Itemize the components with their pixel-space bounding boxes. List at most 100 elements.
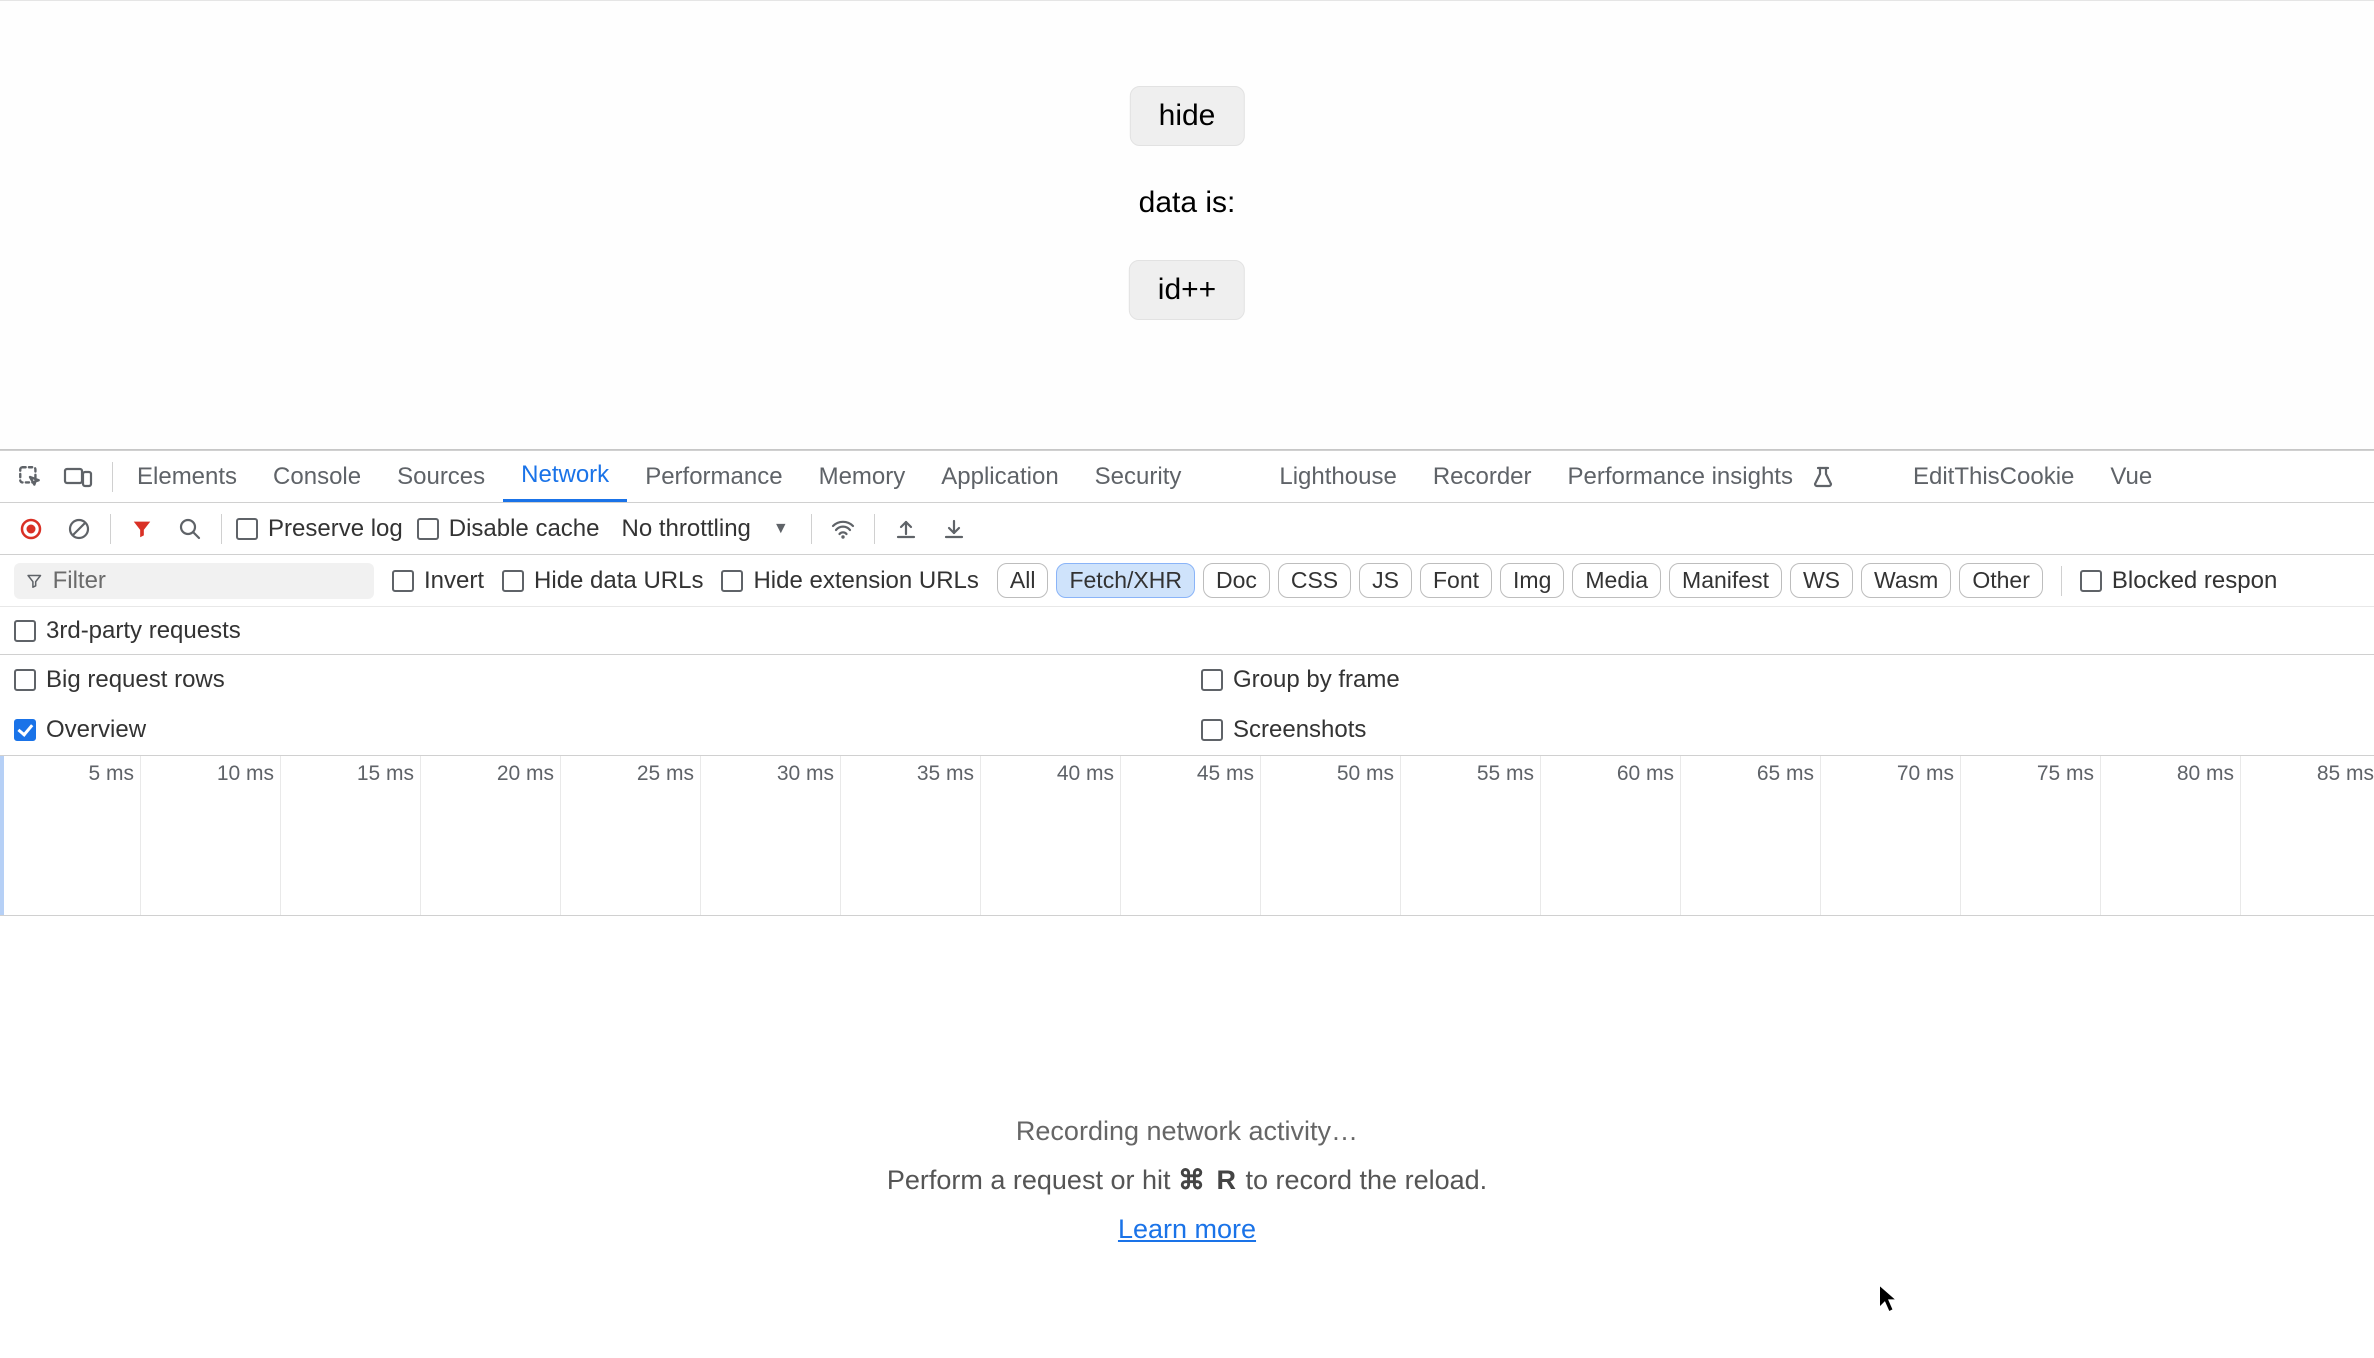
checkbox-icon [417,518,439,540]
timeline-overview[interactable]: 5 ms10 ms15 ms20 ms25 ms30 ms35 ms40 ms4… [0,756,2374,916]
id-plus-button[interactable]: id++ [1129,260,1245,320]
timeline-tick [1820,756,1821,915]
science-icon [1813,466,1833,488]
timeline-tick-label: 70 ms [1897,762,1960,786]
funnel-icon [26,572,43,590]
recording-hint: Perform a request or hit ⌘ R to record t… [0,1165,2374,1196]
export-har-icon[interactable] [937,512,971,546]
hide-button[interactable]: hide [1130,86,1245,146]
filter-input[interactable] [53,567,362,595]
invert-label: Invert [424,567,484,595]
checkbox-icon [1201,669,1223,691]
filter-chip-css[interactable]: CSS [1278,563,1351,598]
checkbox-icon [1201,719,1223,741]
checkbox-icon [392,570,414,592]
thirdparty-checkbox[interactable]: 3rd-party requests [14,617,241,645]
filter-chip-img[interactable]: Img [1500,563,1564,598]
big-rows-label: Big request rows [46,666,225,694]
big-request-rows-checkbox[interactable]: Big request rows [14,666,225,694]
record-button[interactable] [14,512,48,546]
tab-elements[interactable]: Elements [119,451,255,502]
filter-input-wrap[interactable] [14,563,374,599]
filter-chip-other[interactable]: Other [1959,563,2043,598]
divider [2061,566,2062,596]
overview-label: Overview [46,716,146,744]
filter-chip-ws[interactable]: WS [1790,563,1853,598]
tab-editthiscookie[interactable]: EditThisCookie [1895,451,2092,502]
overview-cell: Overview [0,705,1187,755]
tab-console[interactable]: Console [255,451,379,502]
disable-cache-checkbox[interactable]: Disable cache [417,515,600,543]
network-conditions-icon[interactable] [826,512,860,546]
timeline-tick [1260,756,1261,915]
group-by-frame-checkbox[interactable]: Group by frame [1201,666,1400,694]
filter-chip-font[interactable]: Font [1420,563,1492,598]
timeline-tick-label: 80 ms [2177,762,2240,786]
overview-checkbox[interactable]: Overview [14,716,146,744]
timeline-tick [2240,756,2241,915]
tab-network[interactable]: Network [503,451,627,502]
filter-chip-media[interactable]: Media [1572,563,1661,598]
divider [110,514,111,544]
throttling-select[interactable]: No throttling ▼ [613,515,796,543]
preserve-log-checkbox[interactable]: Preserve log [236,515,403,543]
hide-data-urls-label: Hide data URLs [534,567,703,595]
tab-application[interactable]: Application [923,451,1076,502]
mouse-cursor-icon [1878,1284,1900,1314]
blocked-response-label: Blocked respon [2112,567,2277,595]
inspect-element-icon[interactable] [10,457,50,497]
tab-sources[interactable]: Sources [379,451,503,502]
tab-vue[interactable]: Vue [2092,451,2170,502]
import-har-icon[interactable] [889,512,923,546]
network-toolbar: Preserve log Disable cache No throttling… [0,503,2374,555]
learn-more-link[interactable]: Learn more [1118,1214,1256,1245]
divider [112,462,113,492]
timeline-tick [420,756,421,915]
hide-extension-urls-checkbox[interactable]: Hide extension URLs [721,567,978,595]
device-toolbar-icon[interactable] [58,457,98,497]
timeline-tick-label: 10 ms [217,762,280,786]
filter-chip-manifest[interactable]: Manifest [1669,563,1782,598]
timeline-tick [560,756,561,915]
checkbox-icon [236,518,258,540]
page-under-inspection: hide data is: id++ [0,0,2374,450]
filter-chip-js[interactable]: JS [1359,563,1412,598]
timeline-tick-label: 35 ms [917,762,980,786]
tab-security[interactable]: Security [1077,451,1200,502]
timeline-tick-label: 40 ms [1057,762,1120,786]
tab-recorder[interactable]: Recorder [1415,451,1550,502]
throttling-value: No throttling [621,515,750,543]
timeline-tick-label: 75 ms [2037,762,2100,786]
timeline-tick [140,756,141,915]
hide-data-urls-checkbox[interactable]: Hide data URLs [502,567,703,595]
search-icon[interactable] [173,512,207,546]
filter-chip-fetch-xhr[interactable]: Fetch/XHR [1056,563,1194,598]
big-rows-cell: Big request rows [0,655,1187,705]
timeline-tick [840,756,841,915]
filter-chip-all[interactable]: All [997,563,1049,598]
timeline-selection[interactable] [0,756,4,915]
divider [874,514,875,544]
timeline-tick-label: 5 ms [88,762,140,786]
devtools-tabs: ElementsConsoleSourcesNetworkPerformance… [0,451,2374,503]
timeline-tick-label: 30 ms [777,762,840,786]
filter-chip-doc[interactable]: Doc [1203,563,1270,598]
clear-icon[interactable] [62,512,96,546]
hide-extension-urls-label: Hide extension URLs [753,567,978,595]
recording-title: Recording network activity… [0,1116,2374,1147]
tab-memory[interactable]: Memory [801,451,924,502]
filter-toggle-icon[interactable] [125,512,159,546]
invert-checkbox[interactable]: Invert [392,567,484,595]
filter-chip-wasm[interactable]: Wasm [1861,563,1951,598]
timeline-tick-label: 65 ms [1757,762,1820,786]
timeline-tick-label: 45 ms [1197,762,1260,786]
tab-performance-insights[interactable]: Performance insights [1550,451,1811,502]
blocked-response-checkbox[interactable]: Blocked respon [2080,567,2277,595]
tab-lighthouse[interactable]: Lighthouse [1261,451,1414,502]
checkbox-icon [721,570,743,592]
checkbox-icon [502,570,524,592]
hint-prefix: Perform a request or hit [887,1165,1178,1195]
tab-performance[interactable]: Performance [627,451,800,502]
checkbox-icon [14,620,36,642]
screenshots-checkbox[interactable]: Screenshots [1201,716,1366,744]
